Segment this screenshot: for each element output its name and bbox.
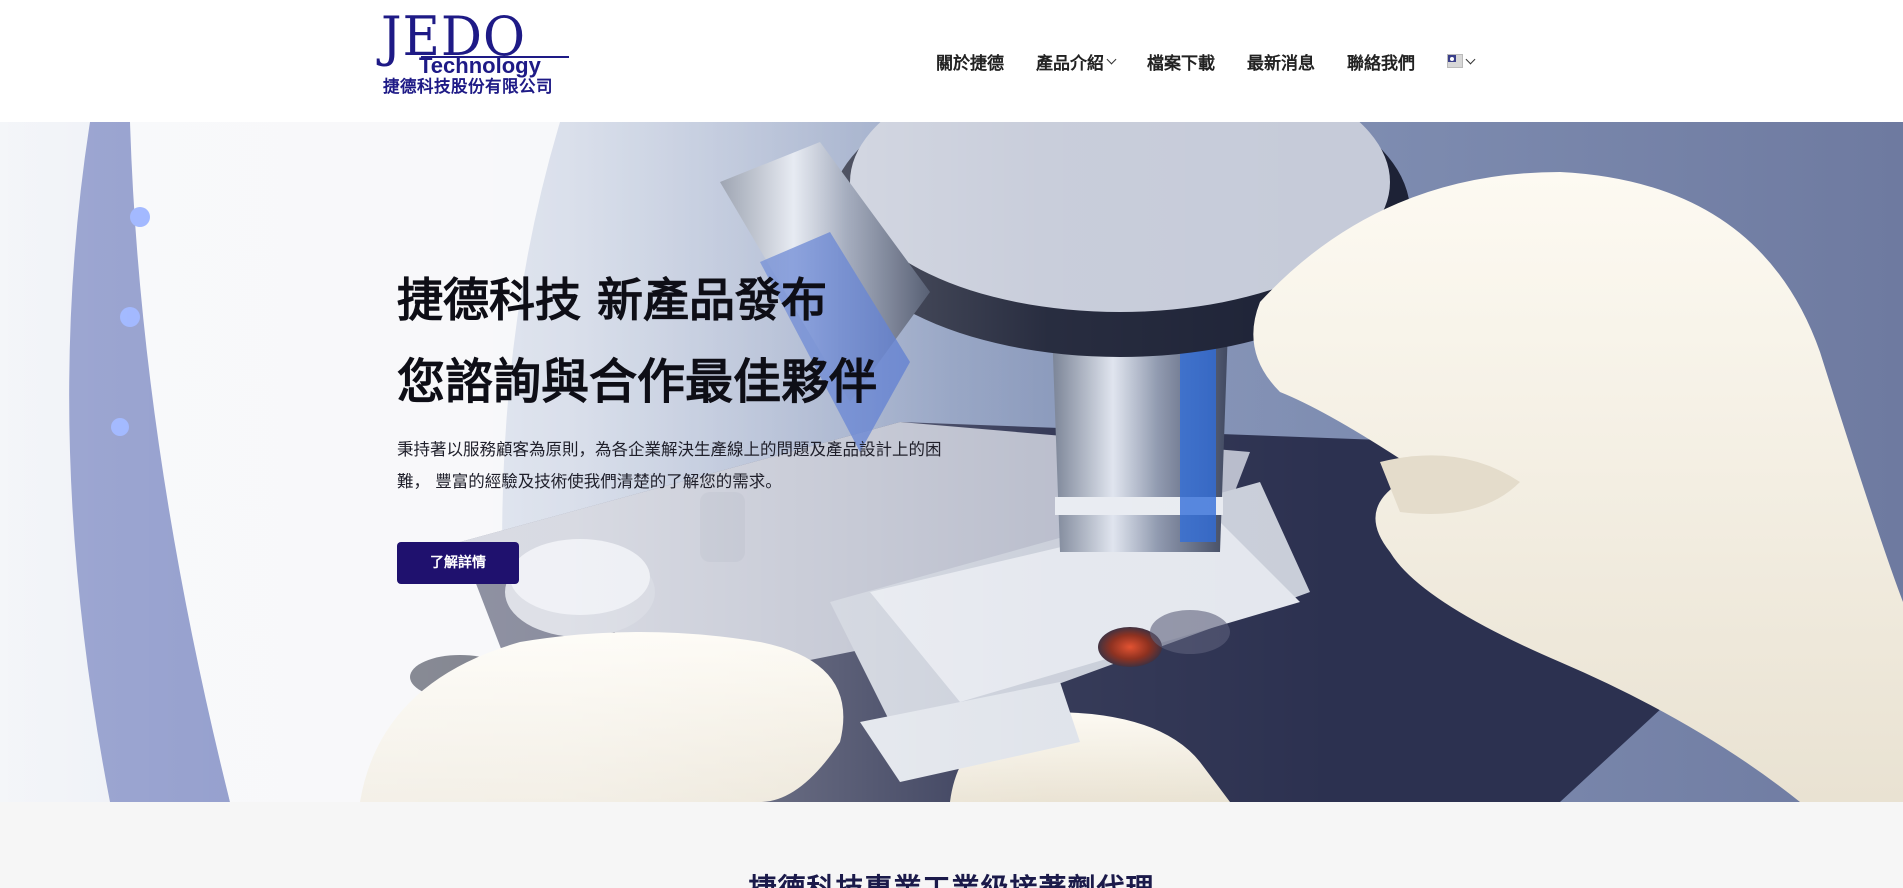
logo-company-name: 捷德科技股份有限公司 bbox=[383, 77, 553, 96]
hero-banner: 捷德科技 新產品發布 您諮詢與合作最佳夥伴 秉持著以服務顧客為原則，為各企業解決… bbox=[0, 122, 1903, 802]
products-section: 捷德科技專業工業級接著劑代理 bbox=[0, 802, 1903, 888]
site-header: JEDO Technology 捷德科技股份有限公司 關於捷德 產品介紹 檔案下… bbox=[0, 0, 1903, 122]
nav-item-label: 產品介紹 bbox=[1036, 53, 1104, 74]
taiwan-flag-icon bbox=[1447, 54, 1463, 68]
nav-item-label: 最新消息 bbox=[1247, 53, 1315, 74]
chevron-down-icon bbox=[1106, 54, 1117, 64]
nav-item-news[interactable]: 最新消息 bbox=[1247, 49, 1315, 74]
hero-subtitle: 您諮詢與合作最佳夥伴 bbox=[397, 354, 878, 410]
nav-item-downloads[interactable]: 檔案下載 bbox=[1147, 49, 1215, 74]
hero-description-line: 秉持著以服務顧客為原則，為各企業解決生產線上的問題及產品設計上的困 bbox=[397, 440, 942, 459]
main-nav: 關於捷德 產品介紹 檔案下載 最新消息 聯絡我們 bbox=[936, 48, 1476, 74]
nav-item-label: 關於捷德 bbox=[936, 53, 1004, 74]
chevron-down-icon bbox=[1465, 54, 1476, 64]
learn-more-button[interactable]: 了解詳情 bbox=[397, 542, 519, 584]
hero-description-line: 難， 豐富的經驗及技術使我們清楚的了解您的需求。 bbox=[397, 472, 782, 491]
logo-subtitle: Technology bbox=[419, 53, 541, 78]
nav-item-label: 檔案下載 bbox=[1147, 53, 1215, 74]
nav-item-products[interactable]: 產品介紹 bbox=[1036, 49, 1117, 74]
nav-item-about[interactable]: 關於捷德 bbox=[936, 49, 1004, 74]
nav-item-contact[interactable]: 聯絡我們 bbox=[1347, 49, 1415, 74]
hero-description: 秉持著以服務顧客為原則，為各企業解決生產線上的問題及產品設計上的困 難， 豐富的… bbox=[397, 434, 1017, 498]
site-logo[interactable]: JEDO Technology 捷德科技股份有限公司 bbox=[381, 9, 571, 99]
hero-title: 捷德科技 新產品發布 bbox=[397, 273, 828, 327]
language-switcher[interactable] bbox=[1447, 54, 1476, 68]
nav-item-label: 聯絡我們 bbox=[1347, 53, 1415, 74]
section-heading: 捷德科技專業工業級接著劑代理 bbox=[0, 872, 1903, 888]
